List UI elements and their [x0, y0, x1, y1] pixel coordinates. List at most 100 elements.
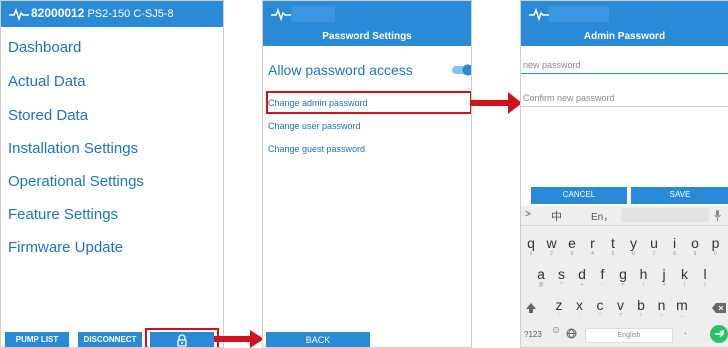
shift-icon[interactable] — [525, 302, 537, 314]
save-button[interactable]: SAVE — [631, 187, 728, 204]
key-u[interactable]: u7 — [644, 235, 664, 257]
heartbeat-logo-icon — [9, 7, 29, 21]
key-secondary-label: 4 — [591, 251, 594, 257]
key-c[interactable]: c " — [590, 297, 610, 319]
space-bar[interactable]: English — [585, 328, 673, 343]
suggestion-english[interactable]: En， — [591, 208, 613, 223]
key-secondary-label: 1 — [529, 251, 533, 257]
key-label: h — [639, 266, 648, 282]
key-secondary-label: ) — [704, 282, 706, 288]
menu-item-actual-data[interactable]: Actual Data — [8, 73, 86, 90]
pump-list-button[interactable]: PUMP LIST — [5, 332, 69, 347]
key-y[interactable]: y6 — [624, 235, 644, 257]
key-q[interactable]: q1 — [521, 235, 541, 257]
key-m[interactable]: m… — [672, 297, 692, 319]
backspace-icon[interactable] — [712, 303, 726, 313]
key-secondary-label: " — [599, 313, 601, 319]
app-header — [263, 1, 471, 27]
symbols-key[interactable]: ?123 — [524, 330, 542, 339]
change-guest-password-link[interactable]: Change guest password — [268, 144, 365, 154]
key-z[interactable]: z ' — [549, 297, 569, 319]
allow-password-toggle[interactable] — [452, 64, 472, 76]
key-label: c — [596, 297, 604, 313]
key-label: b — [637, 297, 645, 313]
key-secondary-label: ( — [683, 282, 686, 288]
key-label: r — [590, 235, 595, 251]
arrow-to-password-settings — [214, 330, 264, 348]
heartbeat-logo-icon — [529, 7, 549, 21]
heartbeat-logo-icon — [271, 7, 291, 21]
key-label: u — [650, 235, 658, 251]
key-s[interactable]: s * — [552, 266, 572, 288]
key-label: v — [617, 297, 624, 313]
key-x[interactable]: x: — [570, 297, 590, 319]
disconnect-button[interactable]: DISCONNECT — [78, 332, 142, 347]
key-t[interactable]: t5 — [603, 235, 623, 257]
key-label: w — [546, 235, 557, 251]
key-j[interactable]: j # — [654, 266, 674, 288]
key-label: e — [568, 235, 576, 251]
key-p[interactable]: p0 — [706, 235, 726, 257]
admin-password-screen: Admin Password new password Confirm new … — [520, 0, 728, 348]
key-secondary-label: 7 — [652, 251, 656, 257]
key-secondary-label: - — [601, 282, 604, 288]
key-k[interactable]: k( — [675, 266, 695, 288]
menu-item-stored-data[interactable]: Stored Data — [8, 107, 88, 124]
menu-item-dashboard[interactable]: Dashboard — [8, 39, 81, 56]
period-key[interactable]: . — [684, 326, 687, 337]
key-secondary-label: 2 — [550, 251, 553, 257]
enter-icon[interactable] — [710, 325, 728, 343]
key-label: y — [630, 235, 637, 251]
key-label: x — [576, 297, 583, 313]
key-label: d — [578, 266, 586, 282]
key-v[interactable]: v? — [611, 297, 631, 319]
key-g[interactable]: g = — [613, 266, 633, 288]
emoji-key[interactable]: ☺ — [551, 325, 561, 336]
app-header: 82000012 PS2-150 C-SJ5-8 — [1, 1, 223, 27]
cancel-button[interactable]: CANCEL — [531, 187, 627, 204]
suggestion-arrow[interactable]: > — [525, 209, 531, 220]
microphone-icon[interactable] — [714, 210, 721, 221]
key-label: q — [527, 235, 535, 251]
key-secondary-label: 3 — [570, 251, 574, 257]
key-label: p — [711, 235, 720, 251]
new-password-field[interactable]: new password — [521, 57, 728, 74]
key-label: n — [657, 297, 666, 313]
key-label: g — [619, 266, 627, 282]
key-n[interactable]: n ~ — [652, 297, 672, 319]
key-a[interactable]: a @ — [531, 266, 551, 288]
menu-item-feature-settings[interactable]: Feature Settings — [8, 206, 118, 223]
key-label: k — [681, 266, 688, 282]
key-l[interactable]: l) — [695, 266, 715, 288]
key-b[interactable]: b! — [631, 297, 651, 319]
key-f[interactable]: f- — [593, 266, 613, 288]
key-h[interactable]: h / — [634, 266, 654, 288]
header-device-box — [549, 6, 609, 22]
change-user-password-link[interactable]: Change user password — [268, 121, 361, 131]
menu-item-installation-settings[interactable]: Installation Settings — [8, 140, 138, 157]
suggestion-chinese[interactable]: 中 — [551, 208, 562, 224]
menu-item-operational-settings[interactable]: Operational Settings — [8, 173, 144, 190]
key-secondary-label: 8 — [673, 251, 676, 257]
header-device-box — [291, 6, 335, 22]
key-secondary-label: ' — [558, 313, 560, 319]
confirm-password-field[interactable]: Confirm new password — [521, 90, 728, 107]
key-label: t — [611, 235, 615, 251]
key-d[interactable]: d + — [572, 266, 592, 288]
back-button[interactable]: BACK — [266, 332, 370, 347]
key-e[interactable]: e3 — [562, 235, 582, 257]
key-secondary-label: 5 — [611, 251, 615, 257]
globe-icon[interactable] — [566, 328, 577, 339]
key-o[interactable]: o9 — [685, 235, 705, 257]
key-r[interactable]: r4 — [583, 235, 603, 257]
soft-keyboard: > 中 En， q1w2e3r4t5y6u7i8o9p0 a @ s * d + f - g = h… — [521, 206, 728, 347]
key-label: a — [537, 266, 545, 282]
menu-item-firmware-update[interactable]: Firmware Update — [8, 239, 123, 256]
suggestion-bar — [621, 208, 709, 222]
key-secondary-label: = — [621, 282, 625, 288]
page-title: Admin Password — [521, 27, 728, 46]
key-w[interactable]: w2 — [542, 235, 562, 257]
device-header: 82000012 PS2-150 C-SJ5-8 — [31, 6, 174, 20]
key-label: l — [703, 266, 707, 282]
key-i[interactable]: i8 — [665, 235, 685, 257]
